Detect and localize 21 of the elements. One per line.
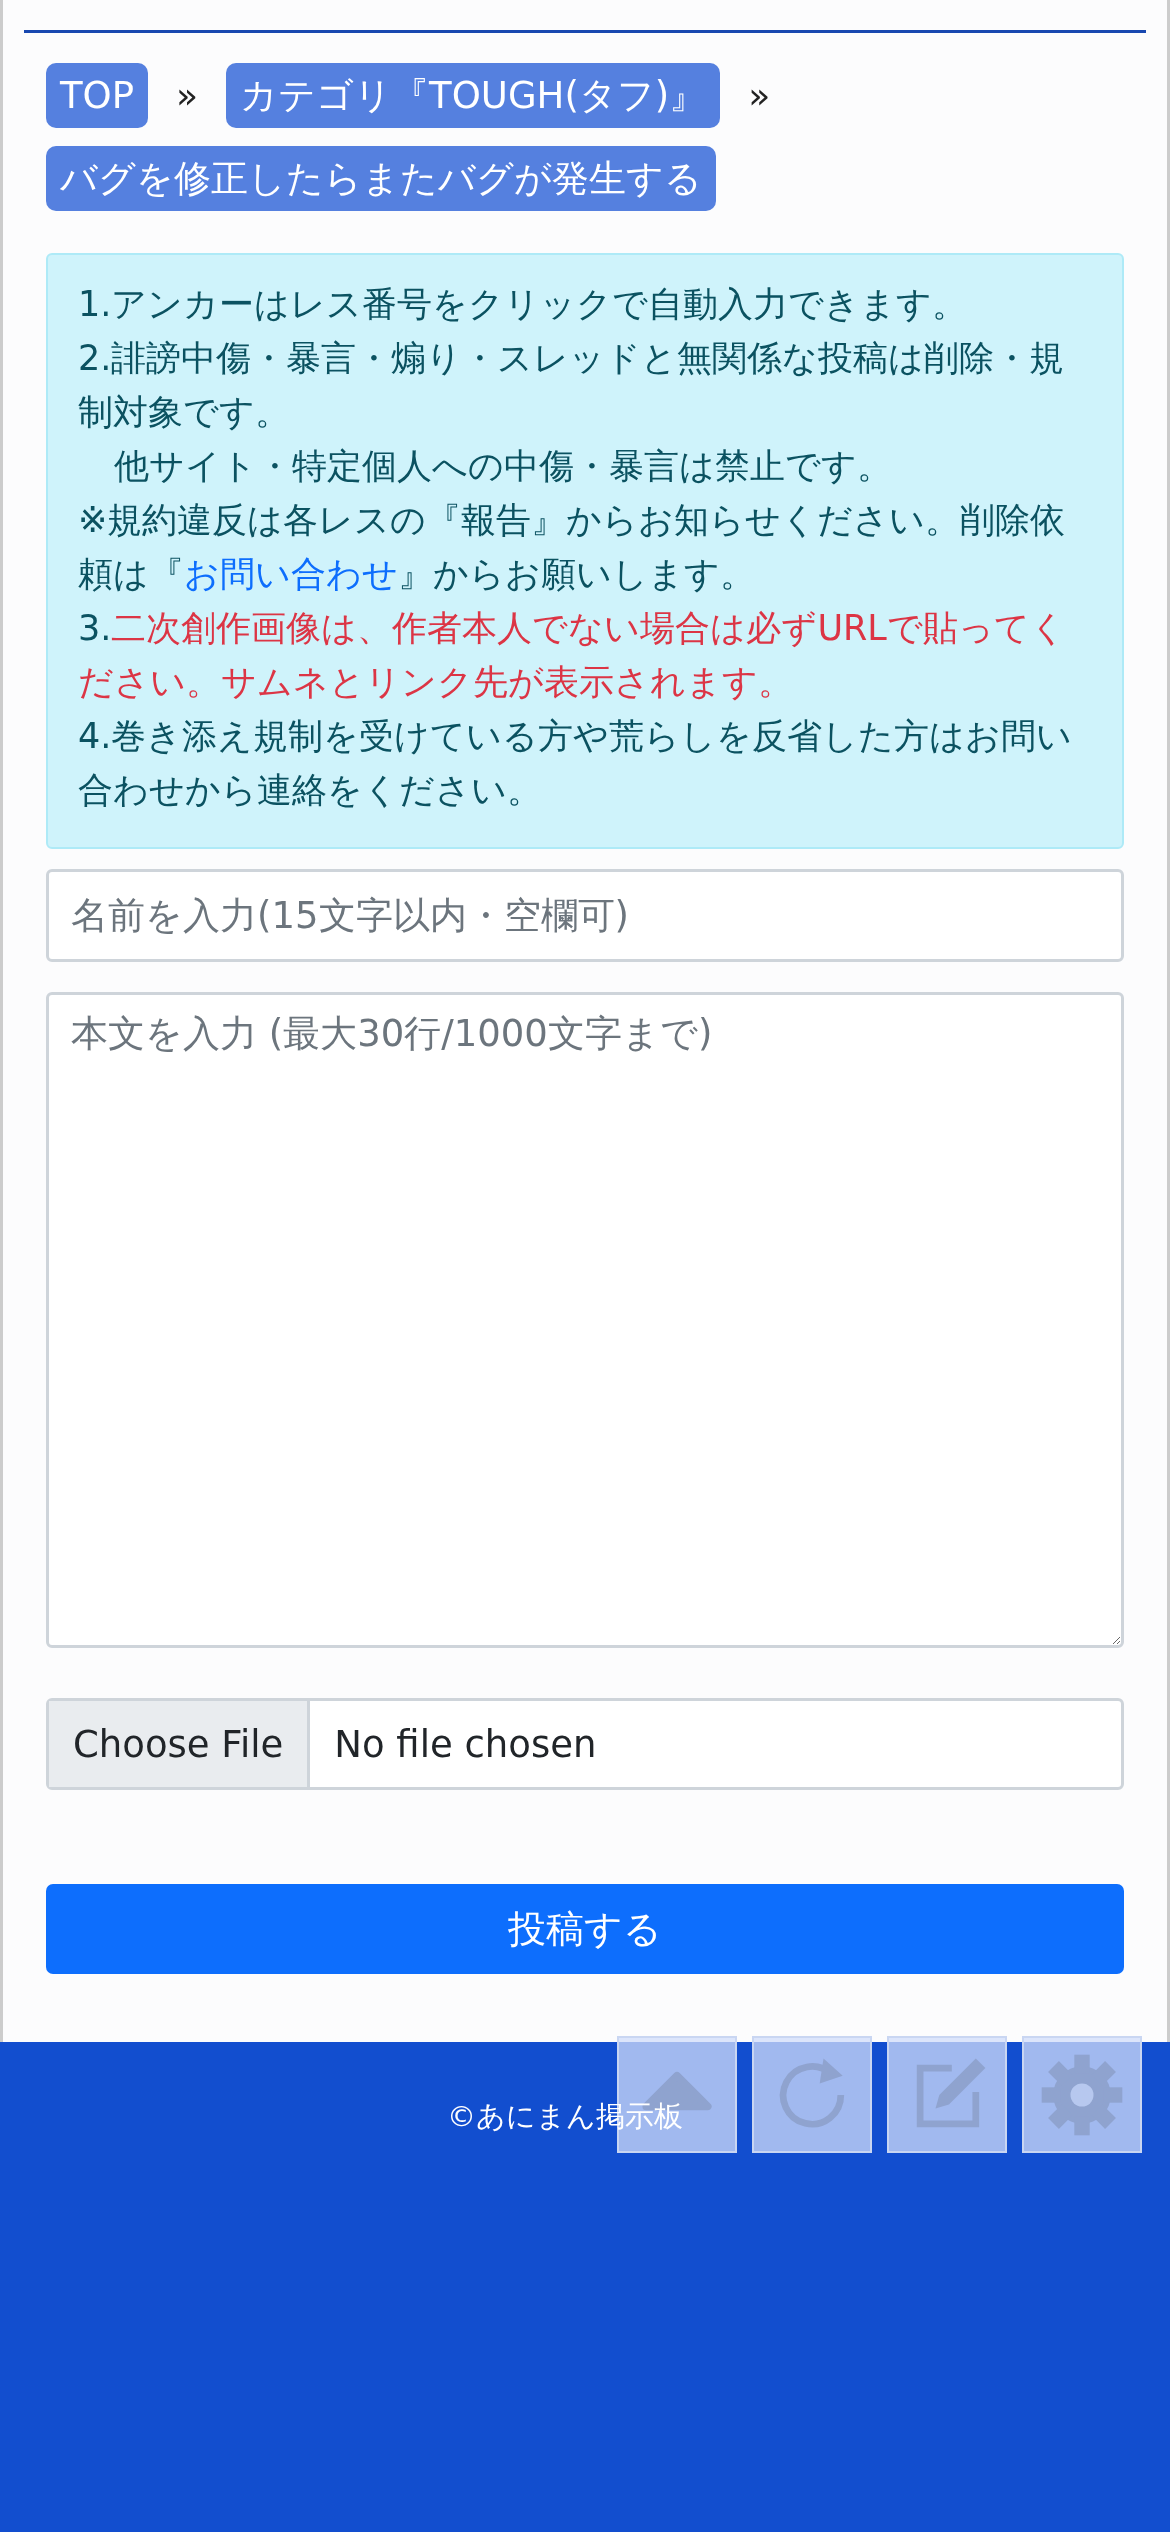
notice-text: 他サイト・特定個人への中傷・暴言は禁止です。 <box>113 445 893 488</box>
settings-button[interactable] <box>1022 2036 1142 2153</box>
breadcrumb-link[interactable]: カテゴリ『TOUGH(タフ)』 <box>226 63 721 128</box>
notice-text: 4.巻き添え規制を受けている方や荒らしを反省した方はお問い合わせから連絡をください。 <box>78 715 1074 812</box>
submit-button[interactable]: 投稿する <box>46 1884 1124 1974</box>
choose-file-button[interactable]: Choose File <box>49 1701 311 1787</box>
reload-button[interactable] <box>752 2036 872 2153</box>
breadcrumb-link[interactable]: TOP <box>46 63 149 128</box>
compose-button[interactable] <box>887 2036 1007 2153</box>
contact-link[interactable]: お問い合わせ <box>184 554 398 594</box>
body-field[interactable]: 本文を入力 (最大30行/1000文字まで) <box>46 992 1124 1648</box>
notice-text: 1.アンカーはレス番号をクリックで自動入力できます。 <box>78 283 969 326</box>
name-field[interactable]: 名前を入力(15文字以内・空欄可) <box>46 869 1124 962</box>
breadcrumb-separator: » <box>747 75 772 116</box>
file-input[interactable]: Choose File No file chosen <box>46 1698 1124 1790</box>
breadcrumb-separator: » <box>175 75 200 116</box>
file-status: No file chosen <box>333 1721 598 1768</box>
notice-text: 2.誹謗中傷・暴言・煽り・スレッドと無関係な投稿は削除・規制対象です。 <box>78 337 1066 434</box>
breadcrumb-link[interactable]: バグを修正したらまたバグが発生する <box>46 146 716 211</box>
notice-text: 3.二次創作画像は、作者本人でない場合は必ずURLで貼ってください。サムネとリンク先が表示されます。 <box>78 607 1067 704</box>
notice-text: ※規約違反は各レスの『報告』からお知らせください。削除依頼は『お問い合わせ』からお願いします。 <box>78 499 1067 596</box>
